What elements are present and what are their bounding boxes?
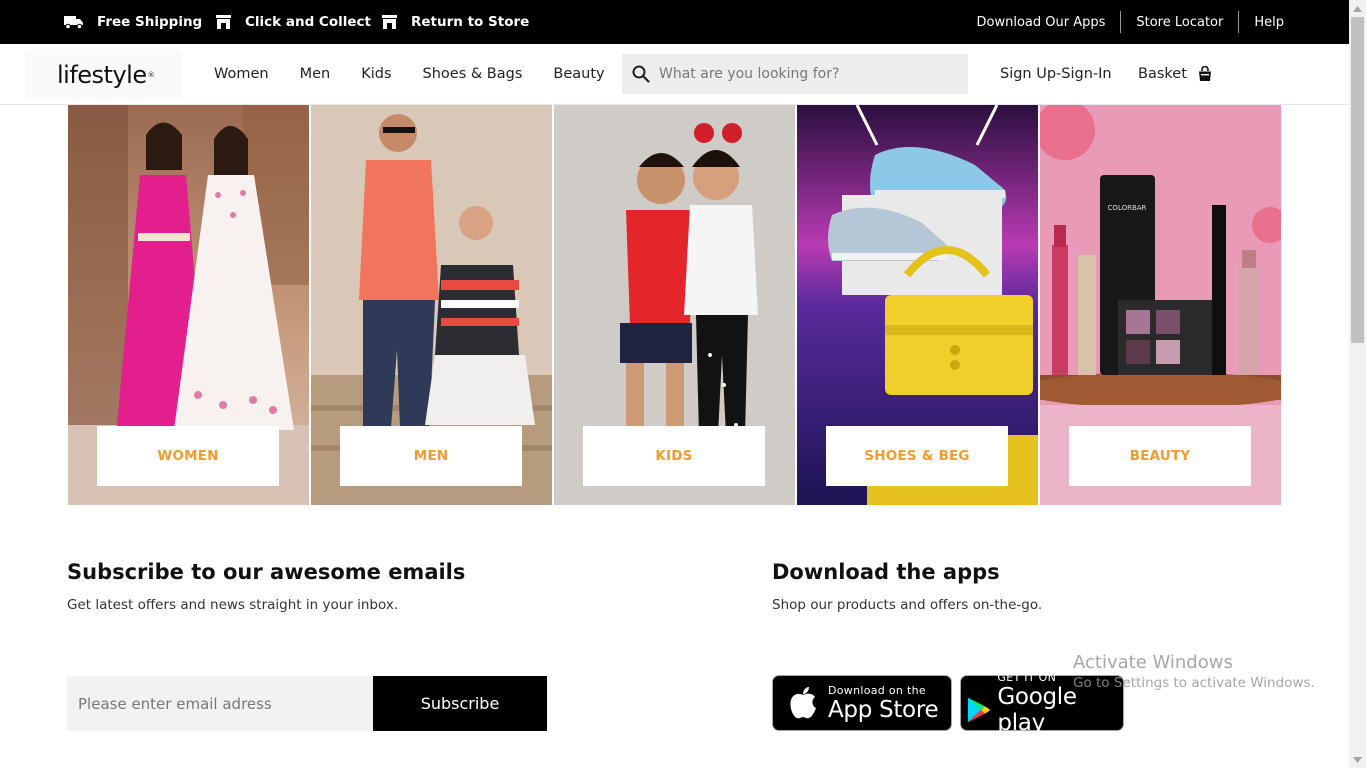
subscribe-button[interactable]: Subscribe [373, 676, 547, 731]
category-tiles: WOMEN MEN KIDS SHOES & BEG COLORBAR BEAU… [68, 105, 1281, 505]
subscribe-heading: Subscribe to our awesome emails [67, 560, 466, 584]
search-input[interactable] [659, 66, 949, 82]
divider [1120, 11, 1122, 33]
nav-item-kids[interactable]: Kids [361, 66, 391, 82]
category-tile-beauty[interactable]: COLORBAR BEAUTY [1040, 105, 1281, 505]
category-tile-women[interactable]: WOMEN [68, 105, 309, 505]
store-icon [216, 15, 231, 29]
scroll-down-arrow-icon[interactable] [1349, 751, 1366, 768]
activate-windows-hint: Go to Settings to activate Windows. [1073, 675, 1315, 691]
sign-in-link[interactable]: Sign Up-Sign-In [1000, 44, 1112, 104]
tile-label-women[interactable]: WOMEN [97, 426, 279, 486]
return-store-perk[interactable]: Return to Store [381, 0, 529, 44]
divider [1238, 11, 1240, 33]
search-icon [632, 65, 650, 83]
nav-item-women[interactable]: Women [214, 66, 269, 82]
basket-label: Basket [1138, 66, 1187, 82]
app-store-small-text: Download on the [828, 683, 926, 697]
free-shipping-label: Free Shipping [97, 14, 203, 30]
category-tile-men[interactable]: MEN [311, 105, 552, 505]
google-play-icon [967, 697, 991, 723]
top-links: Download Our Apps Store Locator Help [977, 0, 1284, 44]
apps-heading: Download the apps [772, 560, 1000, 584]
nav-item-men[interactable]: Men [300, 66, 331, 82]
registered-mark: ® [147, 71, 155, 79]
help-link[interactable]: Help [1254, 15, 1284, 30]
app-store-badge[interactable]: Download on the App Store [772, 675, 952, 731]
download-apps-link[interactable]: Download Our Apps [977, 15, 1106, 30]
basket-link[interactable]: Basket [1138, 44, 1212, 104]
lifestyle-logo[interactable]: lifestyle ® [25, 50, 182, 100]
main-header: lifestyle ® Women Men Kids Shoes & Bags B… [0, 44, 1349, 105]
return-store-label: Return to Store [411, 14, 530, 30]
category-nav: Women Men Kids Shoes & Bags Beauty [214, 44, 636, 104]
apple-icon [790, 687, 816, 719]
app-store-big-text: App Store [828, 696, 939, 723]
truck-icon [64, 16, 83, 30]
vertical-scrollbar[interactable] [1349, 0, 1366, 768]
category-tile-kids[interactable]: KIDS [554, 105, 795, 505]
activate-windows-title: Activate Windows [1073, 652, 1233, 673]
scrollbar-thumb[interactable] [1351, 17, 1364, 343]
scroll-up-arrow-icon[interactable] [1349, 0, 1366, 17]
free-shipping-perk[interactable]: Free Shipping [64, 0, 202, 44]
logo-text: lifestyle [57, 61, 147, 89]
click-collect-label: Click and Collect [245, 14, 371, 30]
category-tile-shoes-bags[interactable]: SHOES & BEG [797, 105, 1038, 505]
svg-text:COLORBAR: COLORBAR [1108, 204, 1147, 212]
tile-label-men[interactable]: MEN [340, 426, 522, 486]
tile-label-shoes-bags[interactable]: SHOES & BEG [826, 426, 1008, 486]
store-locator-link[interactable]: Store Locator [1136, 15, 1223, 30]
click-collect-perk[interactable]: Click and Collect [215, 0, 371, 44]
nav-item-beauty[interactable]: Beauty [553, 66, 604, 82]
subscribe-subtitle: Get latest offers and news straight in y… [67, 597, 399, 613]
tile-label-kids[interactable]: KIDS [583, 426, 765, 486]
shopping-bag-icon [1198, 66, 1211, 81]
store-return-icon [382, 15, 397, 29]
google-play-big-text: Google play [997, 683, 1077, 736]
search-bar[interactable] [622, 54, 968, 94]
email-field[interactable] [67, 676, 373, 731]
top-promo-bar: Free Shipping Click and Collect Return t… [0, 0, 1349, 44]
nav-item-shoes-bags[interactable]: Shoes & Bags [423, 66, 523, 82]
apps-subtitle: Shop our products and offers on-the-go. [772, 597, 1043, 613]
activate-windows-watermark: Activate Windows Go to Settings to activ… [1073, 652, 1315, 691]
tile-label-beauty[interactable]: BEAUTY [1069, 426, 1251, 486]
